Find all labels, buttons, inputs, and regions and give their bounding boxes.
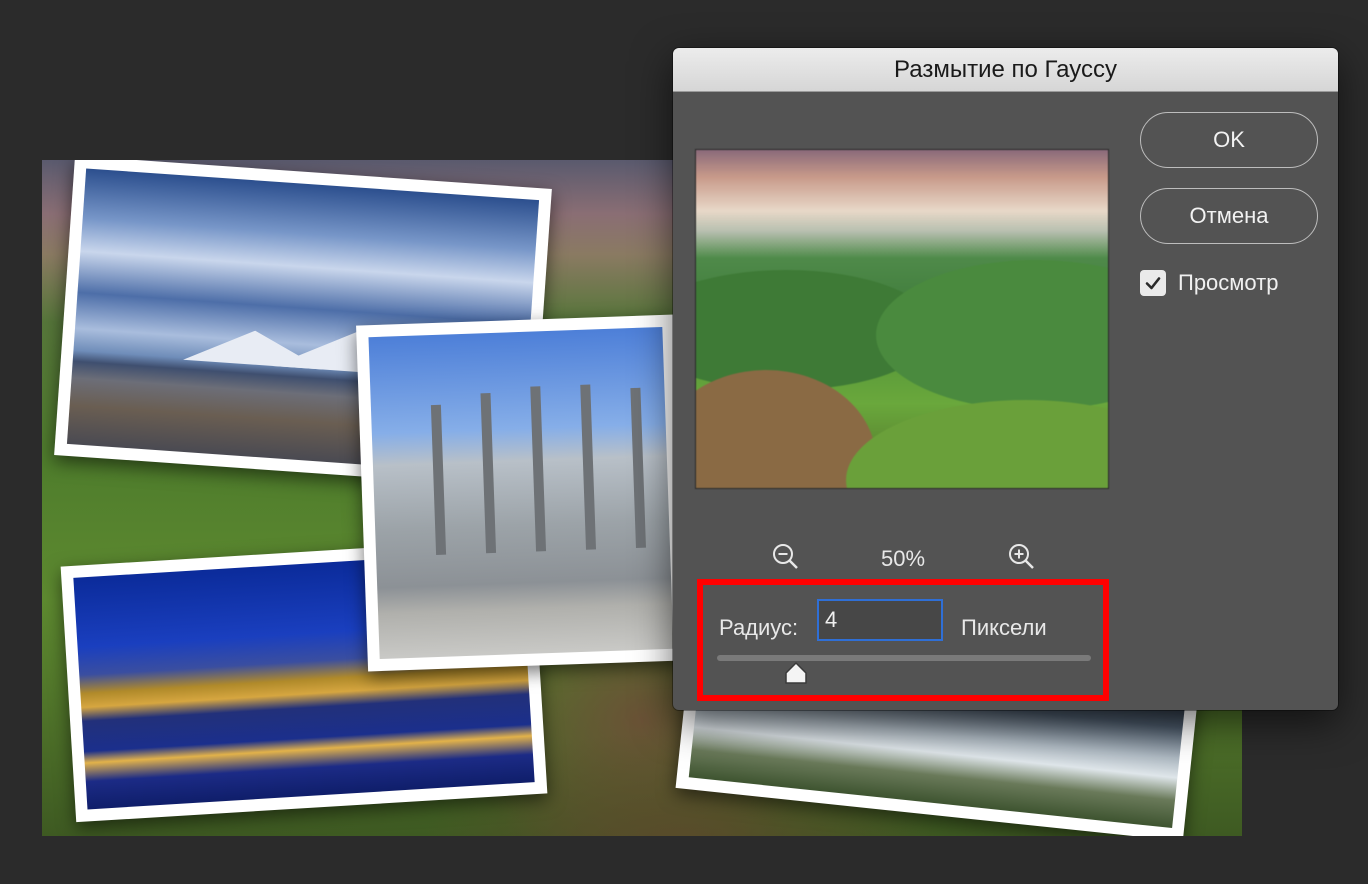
building-column	[630, 387, 646, 549]
zoom-in-button[interactable]	[1006, 541, 1036, 571]
dialog-titlebar[interactable]: Размытие по Гауссу	[673, 48, 1338, 92]
preview-image[interactable]	[695, 149, 1109, 489]
building-column	[580, 384, 597, 550]
gaussian-blur-dialog: Размытие по Гауссу 50% Радиус: Пиксели O…	[673, 48, 1338, 710]
radius-slider-track[interactable]	[717, 655, 1091, 661]
cancel-button[interactable]: Отмена	[1140, 188, 1318, 244]
dialog-title: Размытие по Гауссу	[894, 55, 1117, 83]
preview-checkbox-row[interactable]: Просмотр	[1140, 270, 1278, 296]
ok-button[interactable]: OK	[1140, 112, 1318, 168]
checkmark-icon	[1145, 277, 1161, 290]
hill-shape	[876, 260, 1108, 410]
zoom-in-icon	[1009, 544, 1034, 569]
preview-checkbox[interactable]	[1140, 270, 1166, 296]
zoom-out-button[interactable]	[770, 541, 800, 571]
zoom-level: 50%	[880, 546, 926, 571]
photo-opera-image	[368, 326, 674, 660]
zoom-out-icon	[773, 544, 798, 569]
radius-units-label: Пиксели	[961, 615, 1047, 640]
preview-checkbox-label: Просмотр	[1178, 270, 1279, 295]
hill-shape	[846, 400, 1108, 488]
radius-label: Радиус:	[719, 615, 799, 640]
building-column	[430, 404, 447, 556]
radius-slider-thumb[interactable]	[783, 661, 809, 685]
building-column	[480, 393, 497, 554]
building-column	[530, 386, 547, 552]
radius-highlight-box: Радиус: Пиксели	[697, 579, 1109, 701]
radius-input[interactable]	[817, 599, 943, 641]
photo-opera	[356, 314, 686, 672]
